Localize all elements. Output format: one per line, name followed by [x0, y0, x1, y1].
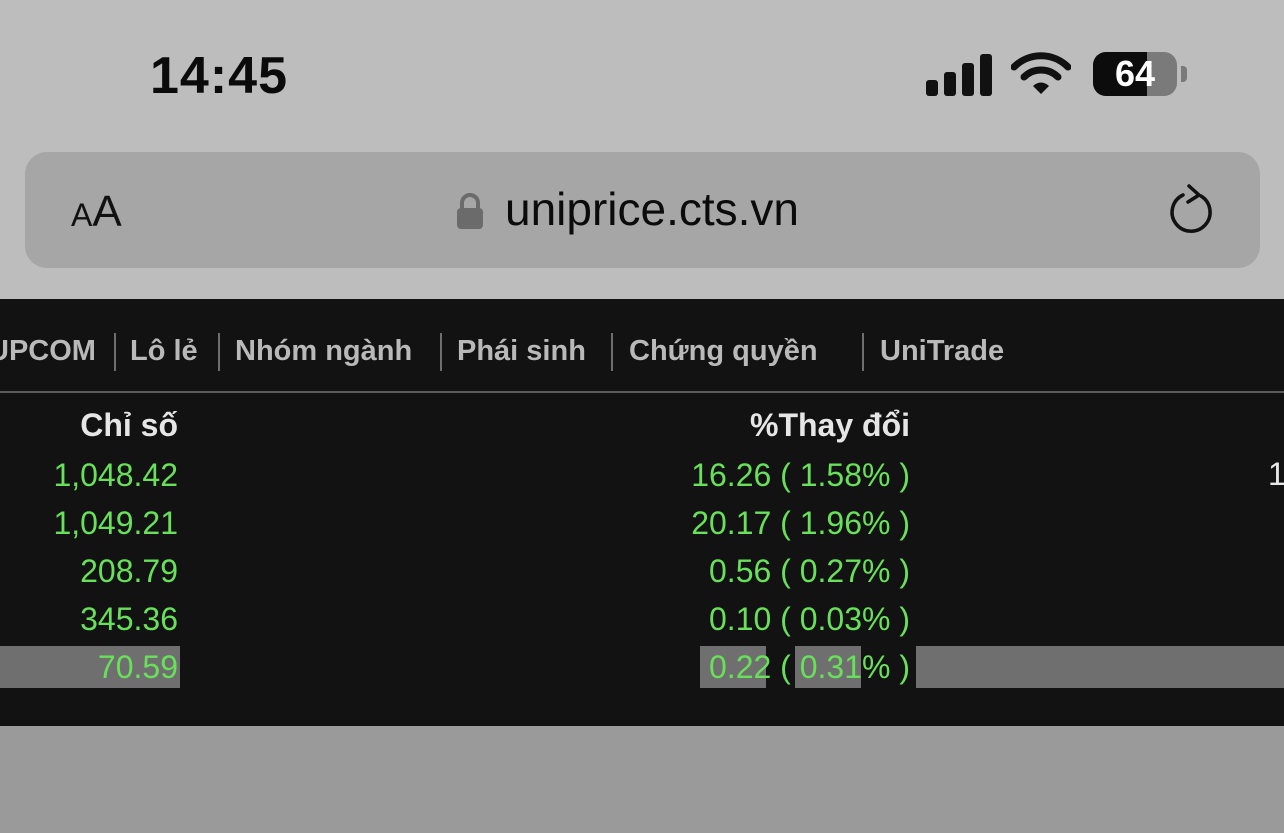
change-percent: 0.03%	[799, 601, 891, 637]
change-value: 0.22	[709, 649, 772, 685]
text-size-large-label: A	[92, 187, 122, 236]
tab-divider	[440, 333, 442, 371]
change-percent: 0.27%	[799, 553, 891, 589]
column-header-index: Chỉ số	[80, 407, 178, 443]
url-text[interactable]: uniprice.cts.vn	[505, 182, 799, 236]
text-size-small-label: A	[71, 197, 93, 233]
change-cell: 0.56 ( 0.27% )	[709, 553, 910, 589]
text-size-button[interactable]: AA	[71, 187, 122, 237]
table-row-highlighted[interactable]: 70.59 0.22 ( 0.31% )	[0, 646, 1284, 688]
index-value: 1,049.21	[53, 505, 178, 541]
table-row[interactable]: 345.36 0.10 ( 0.03% )	[0, 598, 1284, 640]
index-value: 345.36	[80, 601, 178, 637]
browser-chrome: 14:45 64 AA uniprice.cts.vn	[0, 0, 1284, 299]
change-value: 20.17	[691, 505, 772, 541]
change-percent: 1.58%	[799, 457, 891, 493]
index-value: 208.79	[80, 553, 178, 589]
tab-divider	[114, 333, 116, 371]
signal-icon	[926, 54, 992, 96]
tab-upcom[interactable]: UPCOM	[0, 335, 96, 368]
table-row[interactable]: 1,049.21 20.17 ( 1.96% )	[0, 502, 1284, 544]
tab-chung-quyen[interactable]: Chứng quyền	[629, 335, 818, 368]
table-row[interactable]: 208.79 0.56 ( 0.27% )	[0, 550, 1284, 592]
status-time: 14:45	[150, 47, 288, 105]
tab-nhom-nganh[interactable]: Nhóm ngành	[235, 335, 412, 368]
address-bar[interactable]: AA uniprice.cts.vn	[25, 152, 1260, 268]
reload-icon[interactable]	[1167, 182, 1219, 245]
tab-divider	[611, 333, 613, 371]
column-header-change: %Thay đổi	[749, 407, 910, 443]
tab-lo-le[interactable]: Lô lẻ	[130, 335, 198, 368]
change-cell: 0.22 ( 0.31% )	[709, 649, 910, 685]
table-row[interactable]: 1,048.42 16.26 ( 1.58% ) 1	[0, 454, 1284, 496]
change-percent: 0.31%	[799, 649, 891, 685]
price-board-panel: UPCOM Lô lẻ Nhóm ngành Phái sinh Chứng q…	[0, 299, 1284, 726]
highlight-band	[916, 646, 1284, 688]
tab-divider	[218, 333, 220, 371]
tab-divider	[862, 333, 864, 371]
index-value: 1,048.42	[53, 457, 178, 493]
change-cell: 0.10 ( 0.03% )	[709, 601, 910, 637]
tab-unitrade[interactable]: UniTrade	[880, 335, 1004, 368]
wifi-icon	[1010, 52, 1072, 101]
change-cell: 20.17 ( 1.96% )	[691, 505, 910, 541]
battery-percent: 64	[1114, 53, 1156, 94]
battery-icon: 64	[1093, 52, 1177, 96]
market-tabs: UPCOM Lô lẻ Nhóm ngành Phái sinh Chứng q…	[0, 299, 1284, 393]
change-value: 0.56	[709, 553, 772, 589]
change-percent: 1.96%	[799, 505, 891, 541]
truncated-cell: 1	[1268, 456, 1284, 492]
lock-icon	[455, 192, 485, 235]
index-value: 70.59	[97, 649, 178, 685]
tab-phai-sinh[interactable]: Phái sinh	[457, 335, 586, 368]
change-value: 0.10	[709, 601, 772, 637]
battery-tip	[1181, 66, 1187, 82]
change-value: 16.26	[691, 457, 772, 493]
change-cell: 16.26 ( 1.58% )	[691, 457, 910, 493]
